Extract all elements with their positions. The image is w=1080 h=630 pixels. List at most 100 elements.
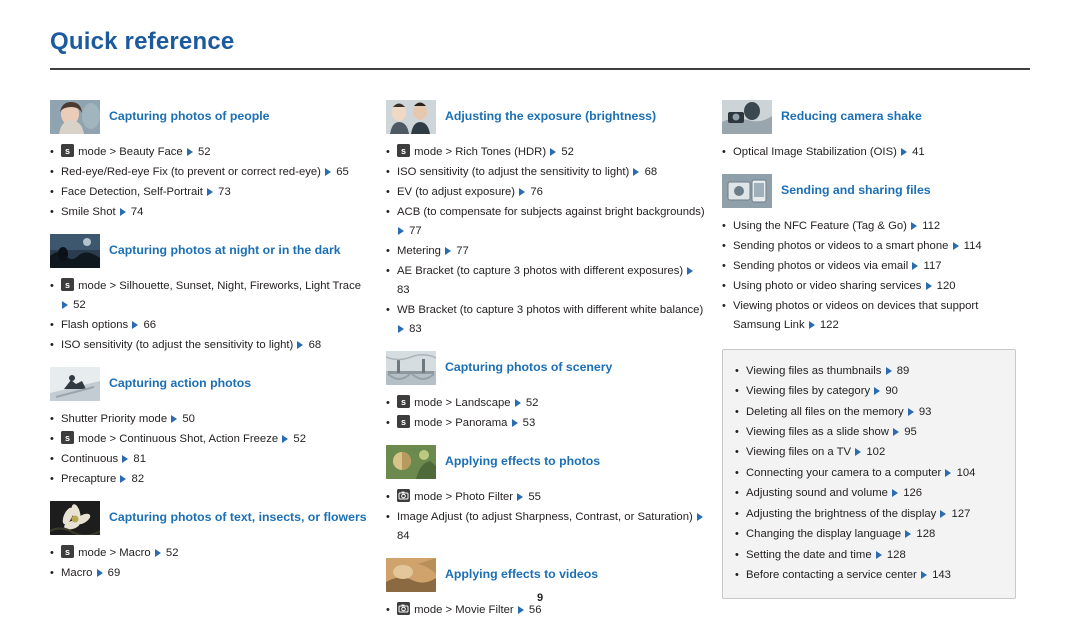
list-item[interactable]: AE Bracket (to capture 3 photos with dif… [386, 262, 706, 300]
section-title[interactable]: Sending and sharing files [781, 183, 931, 198]
list-item-text: 127 [948, 507, 971, 520]
list-item-text: Face Detection, Self-Portrait [61, 185, 207, 198]
reference-section: Sending and sharing files Using the NFC F… [722, 173, 1016, 335]
list-item[interactable]: Optical Image Stabilization (OIS) 41 [722, 143, 1016, 162]
list-item-text: 128 [913, 528, 936, 541]
list-item-text: Changing the display language [746, 528, 905, 541]
list-item[interactable]: Red-eye/Red-eye Fix (to prevent or corre… [50, 163, 370, 182]
list-item[interactable]: Sending photos or videos to a smart phon… [722, 237, 1016, 256]
list-item[interactable]: ACB (to compensate for subjects against … [386, 203, 706, 241]
page-ref-arrow-icon [207, 187, 214, 196]
list-item[interactable]: s mode > Rich Tones (HDR) 52 [386, 143, 706, 162]
list-item[interactable]: Adjusting the brightness of the display … [735, 505, 1001, 524]
list-item[interactable]: Smile Shot 74 [50, 203, 370, 222]
list-item[interactable]: Metering 77 [386, 242, 706, 261]
page-ref-arrow-icon [905, 530, 912, 539]
list-item[interactable]: Sending photos or videos via email 117 [722, 257, 1016, 276]
list-item-text: 41 [909, 146, 925, 158]
scene-mode-icon: s [61, 544, 74, 558]
page-ref-arrow-icon [633, 167, 640, 176]
svg-text:s: s [65, 547, 70, 557]
list-item[interactable]: mode > Photo Filter 55 [386, 488, 706, 507]
reference-section: Capturing action photos Shutter Priority … [50, 366, 370, 489]
list-item-text: 77 [406, 224, 422, 237]
section-list: s mode > Macro 52Macro 69 [50, 544, 370, 583]
section-header: Capturing photos of scenery [386, 350, 706, 385]
list-item[interactable]: Image Adjust (to adjust Sharpness, Contr… [386, 508, 706, 546]
list-item[interactable]: Adjusting sound and volume 126 [735, 484, 1001, 503]
list-item[interactable]: Before contacting a service center 143 [735, 566, 1001, 585]
list-item[interactable]: Face Detection, Self-Portrait 73 [50, 183, 370, 202]
page-ref-arrow-icon [945, 468, 952, 477]
section-header: Adjusting the exposure (brightness) [386, 100, 706, 134]
list-item[interactable]: Viewing photos or videos on devices that… [722, 297, 1016, 335]
list-item[interactable]: Setting the date and time 128 [735, 546, 1001, 565]
list-item[interactable]: s mode > Panorama 53 [386, 414, 706, 433]
list-item[interactable]: s mode > Continuous Shot, Action Freeze … [50, 430, 370, 449]
section-title[interactable]: Applying effects to videos [445, 567, 598, 582]
list-item-text: Sending photos or videos via email [733, 259, 912, 272]
page-ref-arrow-icon [96, 568, 103, 577]
page-ref-arrow-icon [120, 474, 127, 483]
list-item[interactable]: Viewing files by category 90 [735, 382, 1001, 401]
list-item[interactable]: Connecting your camera to a computer 104 [735, 464, 1001, 483]
section-title[interactable]: Applying effects to photos [445, 454, 600, 469]
section-title[interactable]: Adjusting the exposure (brightness) [445, 109, 656, 124]
list-item-text: mode > Landscape [411, 396, 514, 409]
column-3: Reducing camera shake Optical Image Stabi… [722, 88, 1032, 622]
svg-text:s: s [65, 280, 70, 290]
page-ref-arrow-icon [696, 512, 703, 521]
list-item-text: Metering [397, 244, 445, 257]
list-item[interactable]: s mode > Silhouette, Sunset, Night, Fire… [50, 277, 370, 315]
list-item[interactable]: s mode > Macro 52 [50, 544, 370, 563]
list-item[interactable]: Using the NFC Feature (Tag & Go) 112 [722, 217, 1016, 236]
list-item[interactable]: Continuous 81 [50, 450, 370, 469]
list-item-text: 77 [453, 244, 469, 257]
night-silhouette-photo [50, 233, 100, 268]
page-ref-arrow-icon [952, 241, 959, 250]
list-item[interactable]: WB Bracket (to capture 3 photos with dif… [386, 301, 706, 339]
section-header: Applying effects to photos [386, 444, 706, 479]
list-item[interactable]: EV (to adjust exposure) 76 [386, 183, 706, 202]
section-title[interactable]: Reducing camera shake [781, 109, 922, 124]
panel-list: Viewing files as thumbnails 89Viewing fi… [735, 362, 1001, 586]
page-ref-arrow-icon [62, 300, 68, 309]
list-item-text: 68 [641, 165, 658, 178]
reference-section: Capturing photos of scenery s mode > Lan… [386, 350, 706, 433]
section-title[interactable]: Capturing action photos [109, 376, 251, 391]
list-item[interactable]: Viewing files on a TV 102 [735, 443, 1001, 462]
smart-auto-icon [397, 488, 410, 502]
list-item-text: mode > Silhouette, Sunset, Night, Firewo… [75, 279, 362, 292]
list-item-text: ISO sensitivity (to adjust the sensitivi… [397, 165, 633, 178]
section-header: Capturing photos of text, insects, or fl… [50, 500, 370, 535]
list-item-text: 66 [140, 318, 157, 331]
list-item-text: 128 [883, 548, 906, 561]
section-title[interactable]: Capturing photos of scenery [445, 360, 612, 375]
section-header: Sending and sharing files [722, 173, 1016, 208]
list-item[interactable]: Shutter Priority mode 50 [50, 410, 370, 429]
list-item[interactable]: ISO sensitivity (to adjust the sensitivi… [386, 163, 706, 182]
list-item[interactable]: Precapture 82 [50, 470, 370, 489]
section-title[interactable]: Capturing photos at night or in the dark [109, 243, 341, 258]
list-item[interactable]: Viewing files as a slide show 95 [735, 423, 1001, 442]
list-item-text: Adjusting the brightness of the display [746, 507, 940, 520]
list-item[interactable]: Using photo or video sharing services 12… [722, 277, 1016, 296]
list-item[interactable]: Macro 69 [50, 564, 370, 583]
list-item-text: Adjusting sound and volume [746, 487, 892, 500]
movie-filter-effect-photo [386, 557, 436, 592]
page-ref-arrow-icon [445, 246, 452, 255]
list-item-text: mode > Movie Filter [411, 603, 517, 616]
list-item-text: 102 [863, 446, 886, 459]
list-item[interactable]: s mode > Beauty Face 52 [50, 143, 370, 162]
section-header: Capturing photos at night or in the dark [50, 233, 370, 268]
list-item[interactable]: Viewing files as thumbnails 89 [735, 362, 1001, 381]
list-item[interactable]: s mode > Landscape 52 [386, 394, 706, 413]
list-item[interactable]: ISO sensitivity (to adjust the sensitivi… [50, 336, 370, 355]
section-title[interactable]: Capturing photos of text, insects, or fl… [109, 510, 367, 525]
list-item-text: EV (to adjust exposure) [397, 185, 519, 198]
list-item[interactable]: Flash options 66 [50, 316, 370, 335]
list-item[interactable]: Deleting all files on the memory 93 [735, 403, 1001, 422]
list-item[interactable]: Changing the display language 128 [735, 525, 1001, 544]
list-item-text: 52 [558, 146, 574, 158]
section-title[interactable]: Capturing photos of people [109, 109, 270, 124]
